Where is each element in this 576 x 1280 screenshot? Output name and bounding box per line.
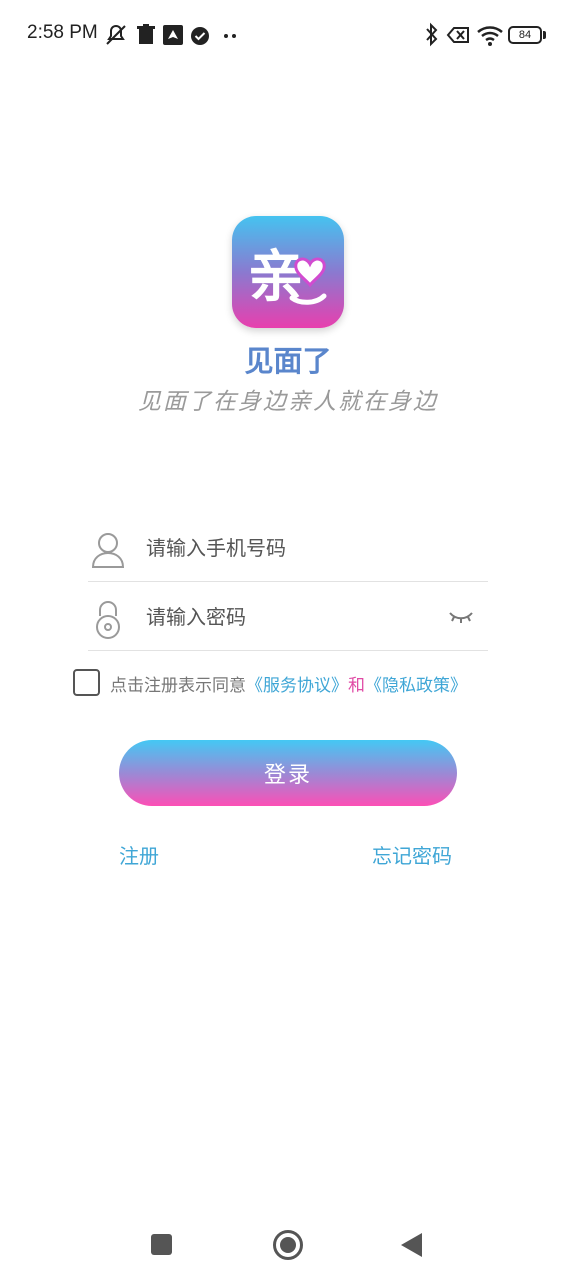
trash-icon (137, 24, 155, 44)
mute-notification-icon (106, 24, 126, 45)
user-icon (91, 533, 125, 568)
status-bar: 2:58 PM 84 (0, 0, 576, 70)
check-circle-icon (191, 27, 209, 45)
home-dot-icon (280, 1237, 296, 1253)
agreement-prefix: 点击注册表示同意 (110, 676, 246, 696)
service-agreement-link[interactable]: 《服务协议》 (246, 676, 348, 696)
forgot-password-link[interactable]: 忘记密码 (372, 840, 452, 869)
agreement-conjunction: 和 (348, 676, 365, 696)
phone-input[interactable] (146, 528, 446, 568)
more-dots-icon (224, 34, 236, 38)
agreement-checkbox[interactable] (73, 669, 100, 696)
register-link[interactable]: 注册 (119, 840, 159, 869)
recent-apps-button[interactable] (151, 1234, 172, 1255)
login-button[interactable]: 登录 (119, 740, 457, 806)
bluetooth-icon (426, 22, 438, 47)
battery-tip (543, 31, 546, 39)
app-logo: 亲 (232, 216, 344, 328)
app-name: 见面了 (244, 344, 332, 378)
password-input[interactable] (146, 597, 446, 637)
eye-closed-icon[interactable] (448, 607, 474, 627)
lock-icon (96, 601, 120, 639)
status-time: 2:58 PM (27, 22, 98, 43)
agreement-text: 点击注册表示同意《服务协议》和《隐私政策》 (110, 671, 467, 696)
phone-field (88, 516, 488, 582)
wifi-icon (477, 26, 503, 46)
agreement-row: 点击注册表示同意《服务协议》和《隐私政策》 (73, 668, 533, 698)
no-sim-icon (446, 27, 469, 43)
privacy-policy-link[interactable]: 《隐私政策》 (365, 676, 467, 696)
battery-indicator: 84 (508, 26, 542, 44)
app-slogan: 见面了在身边亲人就在身边 (138, 389, 438, 415)
password-field (88, 585, 488, 651)
navigation-icon (163, 25, 183, 45)
back-button[interactable] (401, 1233, 422, 1257)
logo-glyph-icon: 亲 (248, 245, 327, 310)
